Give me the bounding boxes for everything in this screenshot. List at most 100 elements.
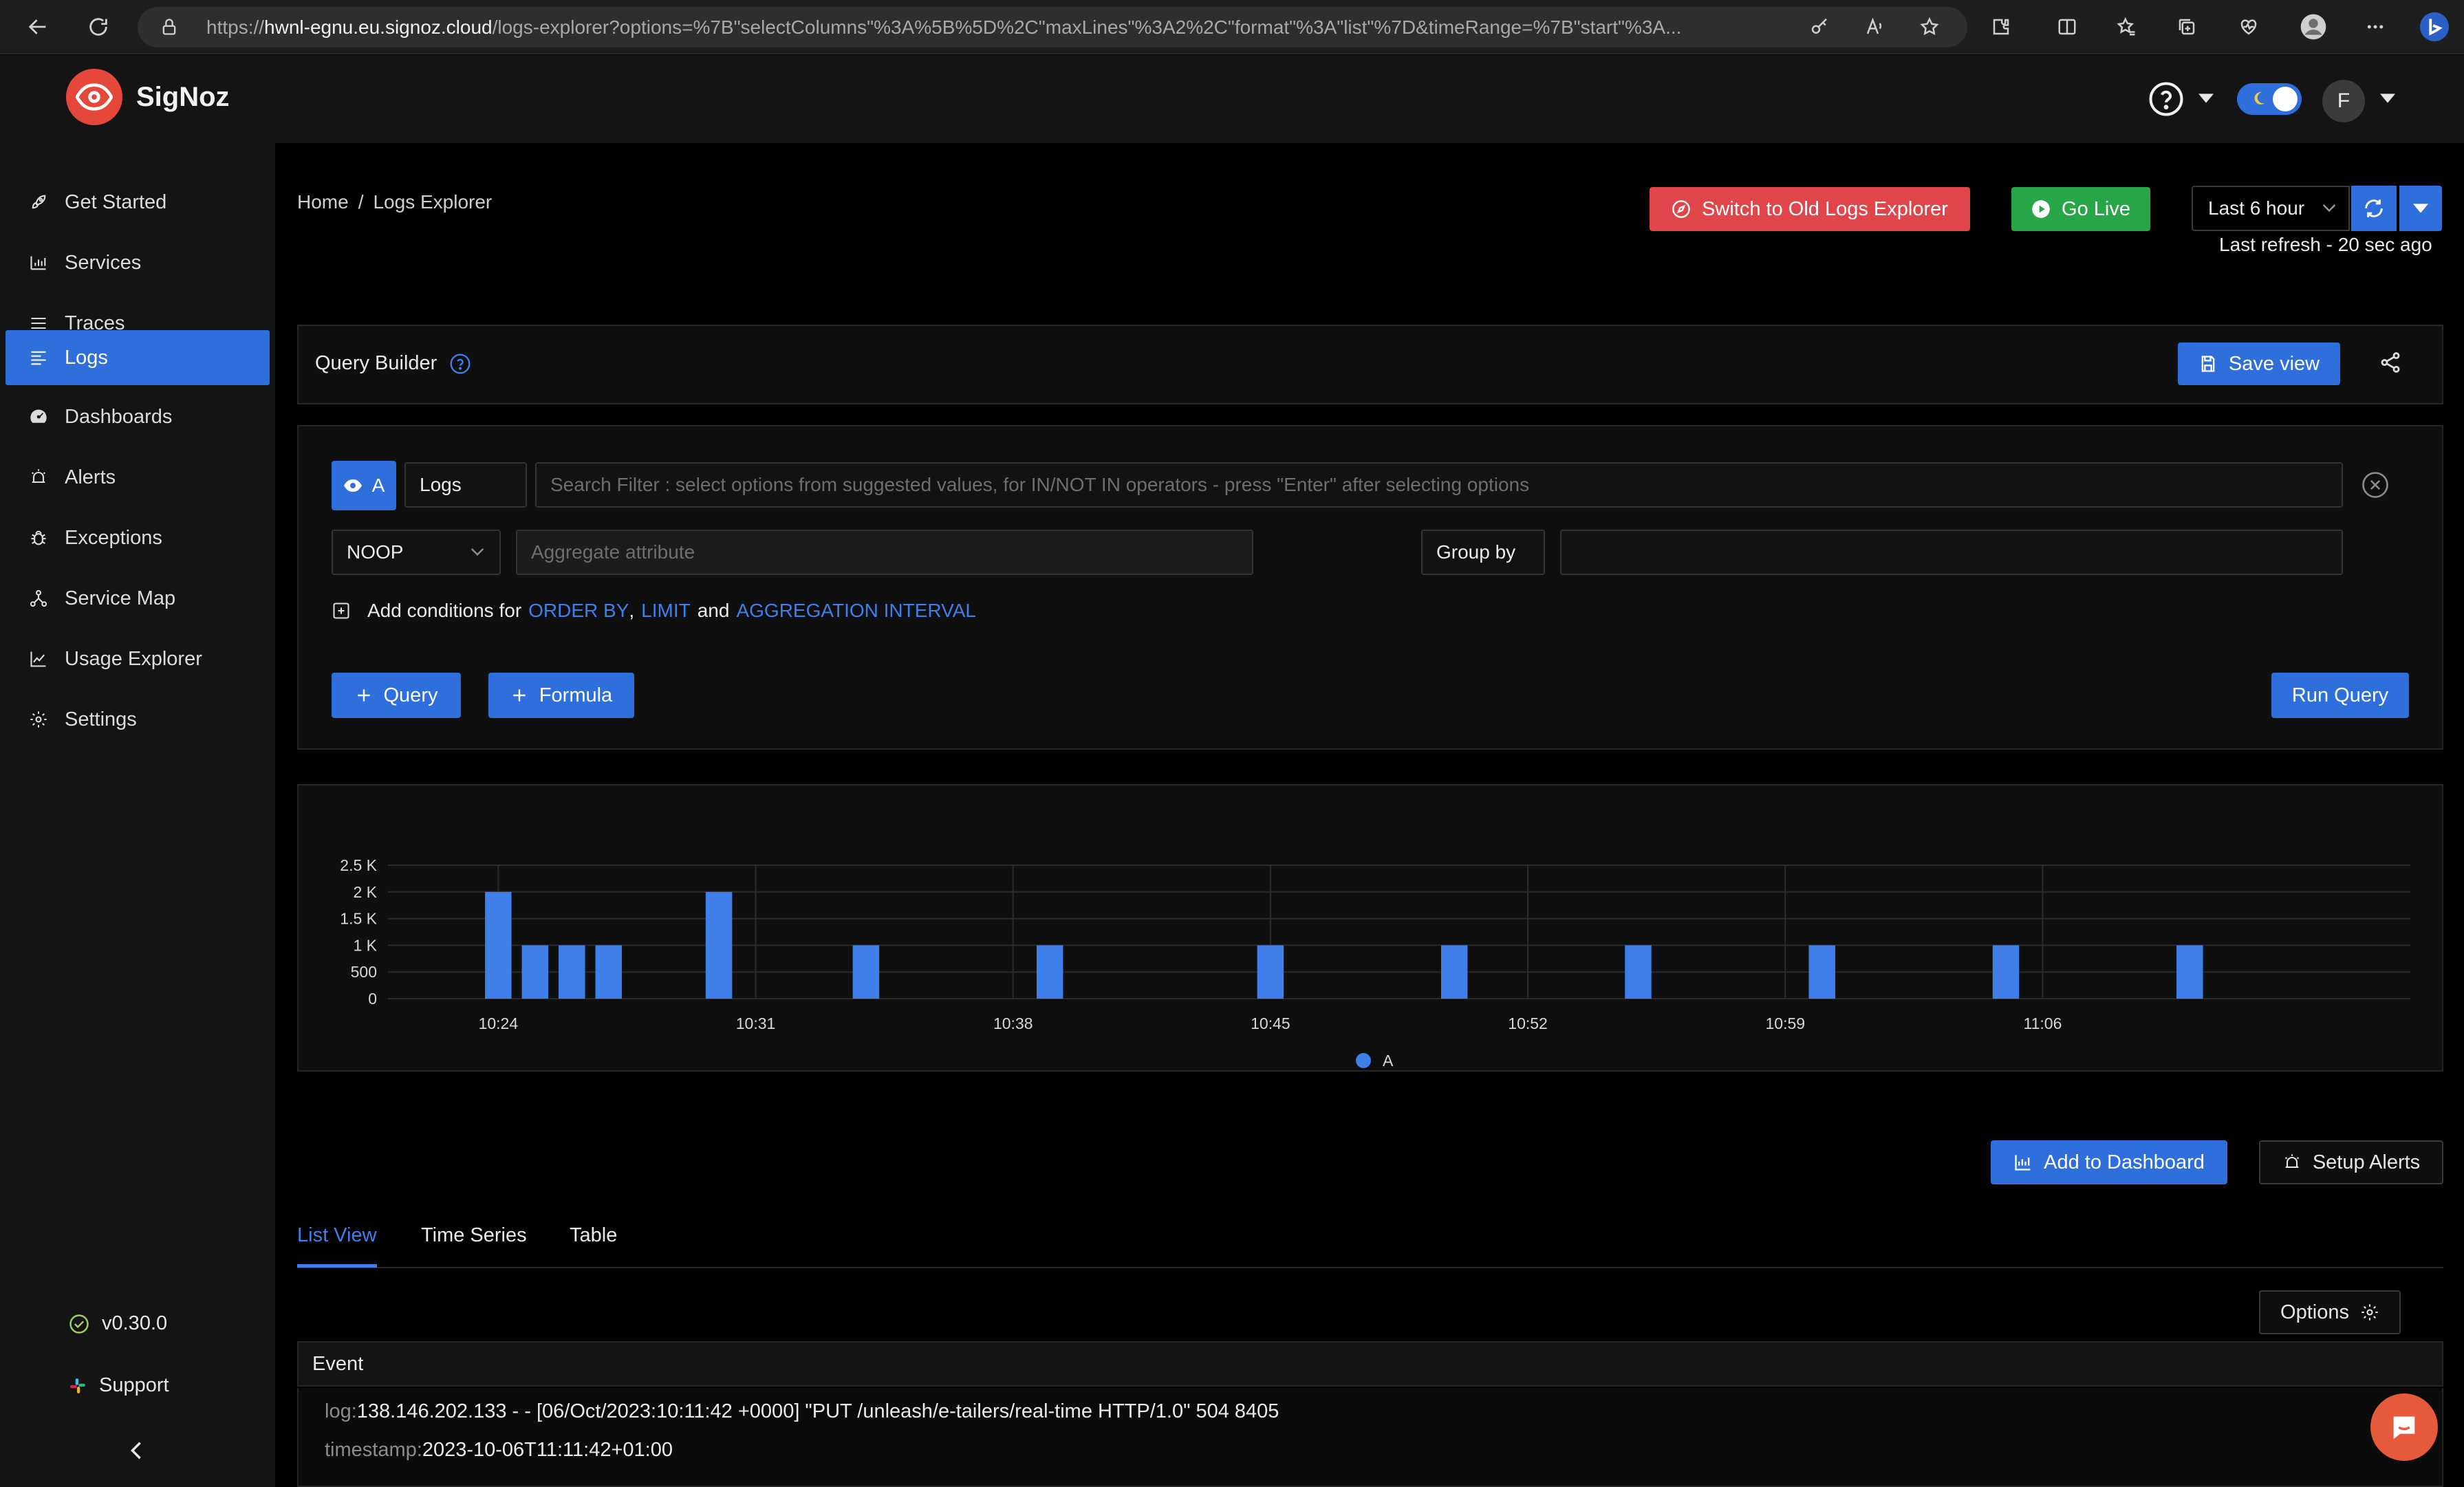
compass-icon — [1672, 200, 1690, 218]
sidebar-item-exceptions[interactable]: Exceptions — [6, 510, 270, 565]
question-circle-icon[interactable] — [449, 353, 471, 375]
clear-filter-icon[interactable] — [2361, 470, 2390, 499]
tabs-divider — [297, 1267, 2443, 1268]
sidebar-item-get-started[interactable]: Get Started — [6, 175, 270, 230]
chart-bar — [1625, 945, 1652, 999]
breadcrumb-home[interactable]: Home — [297, 191, 349, 213]
add-conditions-row[interactable]: Add conditions for ORDER BY, LIMIT and A… — [332, 600, 976, 622]
avatar-dropdown-caret-icon[interactable] — [2380, 94, 2395, 103]
limit-link[interactable]: LIMIT — [641, 600, 691, 622]
legend-marker — [1356, 1053, 1371, 1068]
chart-bar — [521, 945, 549, 999]
search-filter-input[interactable]: Search Filter : select options from sugg… — [535, 462, 2343, 508]
chevron-down-icon — [2322, 204, 2336, 213]
datasource-select[interactable]: Logs — [404, 462, 527, 508]
save-view-button[interactable]: Save view — [2178, 343, 2340, 385]
add-conditions-prefix: Add conditions for — [367, 600, 522, 621]
toggle-knob — [2273, 87, 2298, 111]
theme-toggle[interactable] — [2237, 83, 2302, 115]
add-to-dashboard-label: Add to Dashboard — [2044, 1151, 2205, 1173]
sidebar-item-services[interactable]: Services — [6, 235, 270, 290]
favorites-icon[interactable] — [2109, 10, 2143, 44]
x-tick-label: 11:06 — [2024, 1014, 2062, 1032]
sidebar-item-label: Services — [65, 251, 142, 274]
moon-icon — [2252, 91, 2266, 106]
sidebar-item-logs[interactable]: Logs — [6, 330, 270, 385]
y-tick-label: 2.5 K — [340, 856, 377, 874]
run-query-button[interactable]: Run Query — [2271, 673, 2409, 718]
check-circle-icon — [69, 1314, 89, 1334]
query-a-toggle[interactable]: A — [332, 461, 396, 510]
time-range-select[interactable]: Last 6 hour — [2192, 186, 2350, 231]
order-by-link[interactable]: ORDER BY — [528, 600, 629, 622]
alarm-icon — [2284, 1154, 2299, 1169]
log-key: log: — [325, 1400, 357, 1422]
version-badge[interactable]: v0.30.0 — [69, 1312, 167, 1335]
sidebar-item-alerts[interactable]: Alerts — [6, 450, 270, 505]
table-row[interactable]: log:138.146.202.133 - - [06/Oct/2023:10:… — [297, 1388, 2443, 1487]
add-query-button[interactable]: Query — [332, 673, 461, 718]
sidebar-item-usage-explorer[interactable]: Usage Explorer — [6, 631, 270, 686]
y-tick-label: 2 K — [353, 883, 377, 901]
share-icon[interactable] — [2379, 351, 2402, 374]
query-builder-header: Query Builder Save view — [297, 325, 2443, 404]
support-link[interactable]: Support — [69, 1374, 169, 1397]
tab-list-view[interactable]: List View — [297, 1224, 377, 1247]
aggregate-operator-select[interactable]: NOOP — [332, 530, 501, 575]
address-bar[interactable]: https://hwnl-egnu.eu.signoz.cloud/logs-e… — [138, 7, 1967, 47]
lock-icon[interactable] — [160, 17, 179, 37]
health-icon[interactable] — [2231, 10, 2266, 44]
group-by-input[interactable] — [1560, 530, 2343, 575]
save-view-label: Save view — [2228, 352, 2320, 375]
refresh-button[interactable] — [2351, 186, 2397, 231]
help-dropdown-caret-icon[interactable] — [2198, 94, 2214, 103]
tab-table[interactable]: Table — [570, 1224, 617, 1247]
gear-icon — [2362, 1304, 2378, 1321]
aggregate-operator-value: NOOP — [347, 541, 404, 563]
help-icon[interactable] — [2148, 80, 2185, 118]
line-chart-icon — [30, 651, 46, 667]
sidebar-item-settings[interactable]: Settings — [6, 692, 270, 747]
collections-icon[interactable] — [2170, 10, 2204, 44]
go-live-button[interactable]: Go Live — [2011, 187, 2150, 231]
avatar[interactable]: F — [2322, 80, 2365, 122]
collapse-sidebar-icon[interactable] — [128, 1440, 144, 1461]
gear-icon — [30, 711, 47, 728]
slack-icon — [70, 1378, 85, 1393]
back-icon[interactable] — [21, 10, 55, 44]
sidebar-item-service-map[interactable]: Service Map — [6, 571, 270, 626]
tab-time-series[interactable]: Time Series — [421, 1224, 527, 1247]
add-query-label: Query — [383, 684, 438, 706]
table-header-event: Event — [297, 1341, 2443, 1387]
sidebar: Get Started Services Traces Logs Dashboa… — [0, 143, 275, 1487]
chart-bar — [1992, 945, 2020, 999]
histogram-chart: 0 500 1 K 1.5 K 2 K 2.5 K 10:24 10:31 10:38 10:45… — [340, 856, 2410, 1070]
split-screen-icon[interactable] — [2050, 10, 2084, 44]
breadcrumb: Home / Logs Explorer — [297, 191, 492, 213]
plus-icon — [357, 689, 370, 702]
star-icon[interactable] — [1912, 10, 1947, 44]
setup-alerts-button[interactable]: Setup Alerts — [2259, 1140, 2443, 1184]
sidebar-item-label: Get Started — [65, 191, 167, 213]
reload-icon[interactable] — [81, 10, 116, 44]
deployment-icon — [30, 589, 47, 607]
aggregate-attribute-input[interactable]: Aggregate attribute — [516, 530, 1253, 575]
add-formula-button[interactable]: Formula — [488, 673, 634, 718]
key-icon[interactable] — [1802, 10, 1837, 44]
x-tick-label: 10:38 — [993, 1014, 1033, 1032]
brand-logo[interactable]: SigNoz — [66, 69, 230, 125]
sidebar-item-dashboards[interactable]: Dashboards — [6, 389, 270, 444]
bing-copilot-icon[interactable] — [2417, 10, 2452, 44]
options-button[interactable]: Options — [2259, 1290, 2401, 1334]
aggregation-interval-link[interactable]: AGGREGATION INTERVAL — [736, 600, 976, 622]
more-icon[interactable] — [2358, 10, 2392, 44]
add-to-dashboard-button[interactable]: Add to Dashboard — [1991, 1140, 2227, 1184]
profile-icon[interactable] — [2296, 10, 2331, 44]
align-left-icon — [31, 351, 46, 365]
switch-old-logs-explorer-button[interactable]: Switch to Old Logs Explorer — [1650, 187, 1970, 231]
chat-support-button[interactable] — [2370, 1393, 2438, 1461]
extensions-icon[interactable] — [1984, 10, 2018, 44]
switch-old-logs-explorer-label: Switch to Old Logs Explorer — [1702, 197, 1948, 220]
refresh-interval-dropdown[interactable] — [2399, 186, 2442, 231]
read-aloud-icon[interactable] — [1857, 10, 1892, 44]
